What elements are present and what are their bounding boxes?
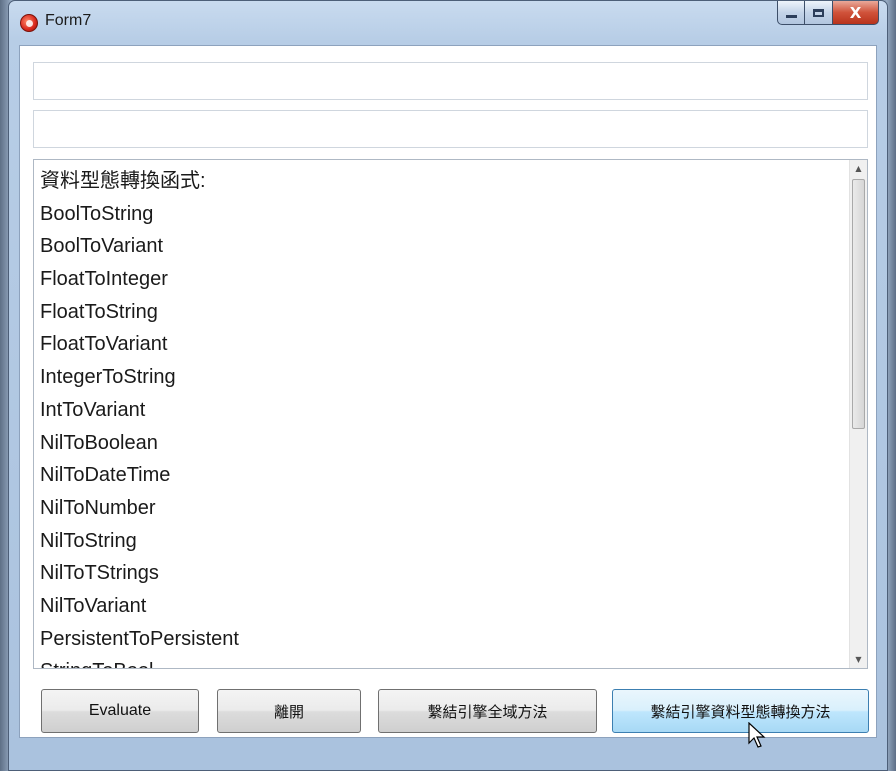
list-item[interactable]: FloatToInteger [40, 263, 847, 296]
maximize-button[interactable] [805, 1, 833, 25]
list-item[interactable]: FloatToString [40, 296, 847, 329]
scrollbar-thumb[interactable] [852, 179, 865, 429]
list-item[interactable]: StringToBool [40, 655, 847, 668]
maximize-icon [813, 8, 824, 17]
title-bar[interactable]: Form7 X [9, 1, 887, 45]
caption-buttons: X [777, 1, 879, 27]
list-items: 資料型態轉換函式: BoolToString BoolToVariant FloatT… [40, 165, 847, 668]
list-item[interactable]: NilToVariant [40, 590, 847, 623]
list-item[interactable]: BoolToVariant [40, 230, 847, 263]
bind-conversion-methods-button[interactable]: 繫結引擎資料型態轉換方法 [612, 689, 869, 733]
vertical-scrollbar[interactable]: ▲ ▼ [849, 160, 867, 668]
list-item[interactable]: PersistentToPersistent [40, 623, 847, 656]
list-item[interactable]: IntToVariant [40, 394, 847, 427]
list-item[interactable]: IntegerToString [40, 361, 847, 394]
scroll-up-icon[interactable]: ▲ [850, 160, 867, 177]
form-client-area: 資料型態轉換函式: BoolToString BoolToVariant FloatT… [19, 45, 877, 748]
list-item[interactable]: NilToString [40, 525, 847, 558]
close-icon: X [849, 3, 862, 22]
list-item[interactable]: NilToTStrings [40, 557, 847, 590]
close-button[interactable]: X [833, 1, 879, 25]
mouse-cursor-icon [748, 722, 766, 748]
window-title: Form7 [45, 12, 92, 29]
minimize-button[interactable] [777, 1, 805, 25]
expression-input[interactable] [33, 62, 868, 100]
list-item[interactable]: BoolToString [40, 198, 847, 231]
form7-window: Form7 X 資料型態轉換函式: BoolToString BoolToVaria… [8, 0, 888, 771]
minimize-icon [785, 14, 797, 18]
bind-global-methods-button[interactable]: 繫結引擎全域方法 [378, 689, 597, 733]
scroll-down-icon[interactable]: ▼ [850, 651, 867, 668]
app-icon[interactable] [20, 14, 38, 32]
exit-button[interactable]: 離開 [217, 689, 361, 733]
list-item[interactable]: NilToDateTime [40, 459, 847, 492]
list-item[interactable]: NilToNumber [40, 492, 847, 525]
list-item[interactable]: FloatToVariant [40, 328, 847, 361]
list-item[interactable]: NilToBoolean [40, 427, 847, 460]
evaluate-button[interactable]: Evaluate [41, 689, 199, 733]
result-input[interactable] [33, 110, 868, 148]
list-item[interactable]: 資料型態轉換函式: [40, 165, 847, 198]
function-listbox[interactable]: 資料型態轉換函式: BoolToString BoolToVariant FloatT… [33, 159, 868, 669]
